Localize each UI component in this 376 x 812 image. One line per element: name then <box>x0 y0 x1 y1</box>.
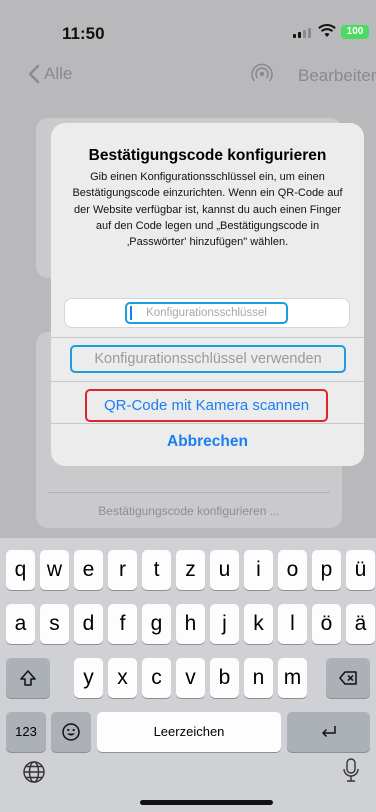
key[interactable]: b <box>210 658 239 698</box>
status-time: 11:50 <box>62 24 105 43</box>
configure-code-alert: Bestätigungscode konfigurieren Gib einen… <box>51 123 364 466</box>
emoji-icon <box>62 723 80 741</box>
home-indicator <box>140 800 273 805</box>
key[interactable]: ä <box>346 604 375 644</box>
status-bar: 11:50 100 <box>0 0 376 48</box>
key[interactable]: l <box>278 604 307 644</box>
cancel-button[interactable]: Abbrechen <box>51 433 364 451</box>
shift-icon <box>20 670 36 686</box>
alert-title: Bestätigungscode konfigurieren <box>88 147 327 164</box>
key[interactable]: v <box>176 658 205 698</box>
key[interactable]: i <box>244 550 273 590</box>
key[interactable]: m <box>278 658 307 698</box>
emoji-key[interactable] <box>51 712 91 752</box>
key[interactable]: o <box>278 550 307 590</box>
back-label: Alle <box>44 64 73 83</box>
key[interactable]: s <box>40 604 69 644</box>
key[interactable]: h <box>176 604 205 644</box>
return-icon <box>321 726 336 738</box>
key[interactable]: w <box>40 550 69 590</box>
key[interactable]: n <box>244 658 273 698</box>
key[interactable]: j <box>210 604 239 644</box>
key[interactable]: d <box>74 604 103 644</box>
chevron-left-icon <box>28 64 40 84</box>
background-footer: Bestätigungscode konfigurieren ... <box>36 492 342 526</box>
key[interactable]: y <box>74 658 103 698</box>
delete-key[interactable] <box>326 658 370 698</box>
setup-key-input[interactable]: Konfigurationsschlüssel <box>125 302 288 324</box>
microphone-icon[interactable] <box>342 758 360 784</box>
keyboard: q w e r t z u i o p ü a s d f g h j k l … <box>0 538 376 812</box>
space-key[interactable]: Leerzeichen <box>97 712 281 752</box>
key[interactable]: a <box>6 604 35 644</box>
navigation-bar: Alle Bearbeiten <box>0 58 376 92</box>
divider <box>48 492 330 493</box>
numbers-key[interactable]: 123 <box>6 712 46 752</box>
key[interactable]: k <box>244 604 273 644</box>
key[interactable]: ö <box>312 604 341 644</box>
setup-key-field[interactable]: Konfigurationsschlüssel <box>64 298 350 328</box>
edit-button[interactable]: Bearbeiten <box>298 66 376 86</box>
delete-icon <box>339 671 357 685</box>
airdrop-icon[interactable] <box>250 62 274 86</box>
key[interactable]: q <box>6 550 35 590</box>
key[interactable]: p <box>312 550 341 590</box>
globe-icon[interactable] <box>22 760 46 784</box>
setup-key-placeholder: Konfigurationsschlüssel <box>146 307 267 319</box>
key[interactable]: u <box>210 550 239 590</box>
return-key[interactable] <box>287 712 370 752</box>
use-setup-key-button[interactable]: Konfigurationsschlüssel verwenden <box>70 345 346 373</box>
scan-qr-code-button[interactable]: QR-Code mit Kamera scannen <box>85 389 328 422</box>
key[interactable]: g <box>142 604 171 644</box>
alert-message: Gib einen Konfigurationsschlüssel ein, u… <box>72 171 343 249</box>
key[interactable]: ü <box>346 550 375 590</box>
wifi-icon <box>318 24 336 37</box>
shift-key[interactable] <box>6 658 50 698</box>
key[interactable]: f <box>108 604 137 644</box>
key[interactable]: z <box>176 550 205 590</box>
divider <box>51 381 364 382</box>
text-cursor <box>130 306 132 320</box>
key[interactable]: c <box>142 658 171 698</box>
divider <box>51 337 364 338</box>
key[interactable]: t <box>142 550 171 590</box>
key[interactable]: r <box>108 550 137 590</box>
key[interactable]: x <box>108 658 137 698</box>
back-button[interactable]: Alle <box>28 64 72 84</box>
background-footer-text: Bestätigungscode konfigurieren ... <box>98 504 280 518</box>
battery-indicator: 100 <box>341 25 369 39</box>
cellular-signal-icon <box>293 28 311 38</box>
key[interactable]: e <box>74 550 103 590</box>
divider <box>51 423 364 424</box>
